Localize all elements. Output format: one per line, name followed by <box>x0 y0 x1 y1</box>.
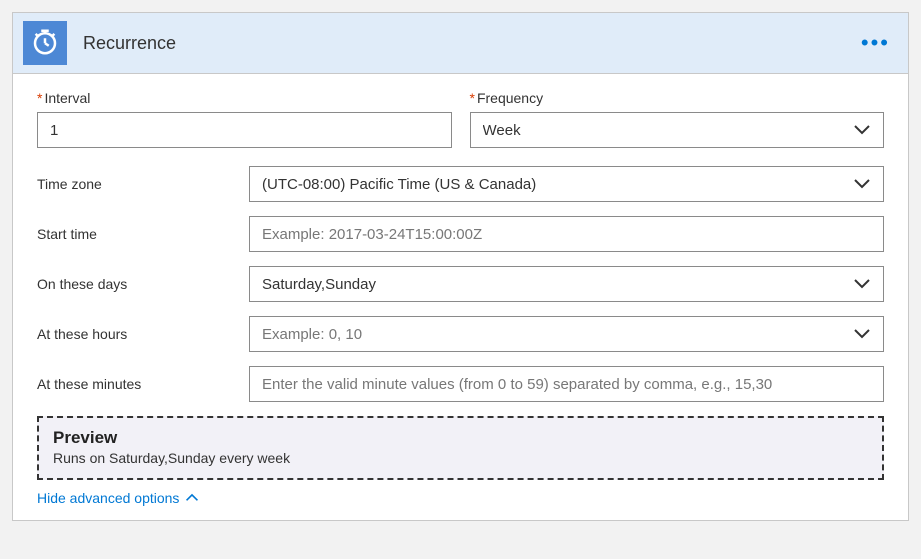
recurrence-card: Recurrence ••• *Interval *Frequency Week… <box>12 12 909 521</box>
card-header: Recurrence ••• <box>13 13 908 74</box>
clock-icon <box>30 27 60 60</box>
frequency-label: *Frequency <box>470 90 885 106</box>
recurrence-icon-box <box>23 21 67 65</box>
at-hours-placeholder: Example: 0, 10 <box>262 326 845 343</box>
interval-field: *Interval <box>37 90 452 148</box>
hide-advanced-options-link[interactable]: Hide advanced options <box>37 490 199 506</box>
at-hours-label: At these hours <box>37 326 249 342</box>
at-minutes-label: At these minutes <box>37 376 249 392</box>
timezone-value: (UTC-08:00) Pacific Time (US & Canada) <box>262 176 845 193</box>
timezone-label: Time zone <box>37 176 249 192</box>
on-days-label: On these days <box>37 276 249 292</box>
card-menu-button[interactable]: ••• <box>855 32 896 54</box>
advanced-link-text: Hide advanced options <box>37 490 179 506</box>
chevron-down-icon <box>853 122 871 139</box>
chevron-down-icon <box>853 176 871 193</box>
on-days-value: Saturday,Sunday <box>262 276 845 293</box>
start-time-input[interactable] <box>249 216 884 252</box>
chevron-down-icon <box>853 326 871 343</box>
interval-label: *Interval <box>37 90 452 106</box>
on-days-row: On these days Saturday,Sunday <box>37 266 884 302</box>
at-hours-select[interactable]: Example: 0, 10 <box>249 316 884 352</box>
preview-box: Preview Runs on Saturday,Sunday every we… <box>37 416 884 480</box>
start-time-label: Start time <box>37 226 249 242</box>
card-body: *Interval *Frequency Week Time zone (UTC… <box>13 74 908 520</box>
frequency-select[interactable]: Week <box>470 112 885 148</box>
preview-text: Runs on Saturday,Sunday every week <box>53 450 868 466</box>
start-time-row: Start time <box>37 216 884 252</box>
frequency-value: Week <box>483 122 846 139</box>
interval-frequency-row: *Interval *Frequency Week <box>37 90 884 148</box>
on-days-select[interactable]: Saturday,Sunday <box>249 266 884 302</box>
interval-input[interactable] <box>37 112 452 148</box>
chevron-down-icon <box>853 276 871 293</box>
preview-title: Preview <box>53 428 868 448</box>
at-minutes-row: At these minutes <box>37 366 884 402</box>
timezone-row: Time zone (UTC-08:00) Pacific Time (US &… <box>37 166 884 202</box>
timezone-select[interactable]: (UTC-08:00) Pacific Time (US & Canada) <box>249 166 884 202</box>
at-minutes-input[interactable] <box>249 366 884 402</box>
chevron-up-icon <box>185 490 199 506</box>
at-hours-row: At these hours Example: 0, 10 <box>37 316 884 352</box>
card-title: Recurrence <box>83 33 855 54</box>
frequency-field: *Frequency Week <box>470 90 885 148</box>
